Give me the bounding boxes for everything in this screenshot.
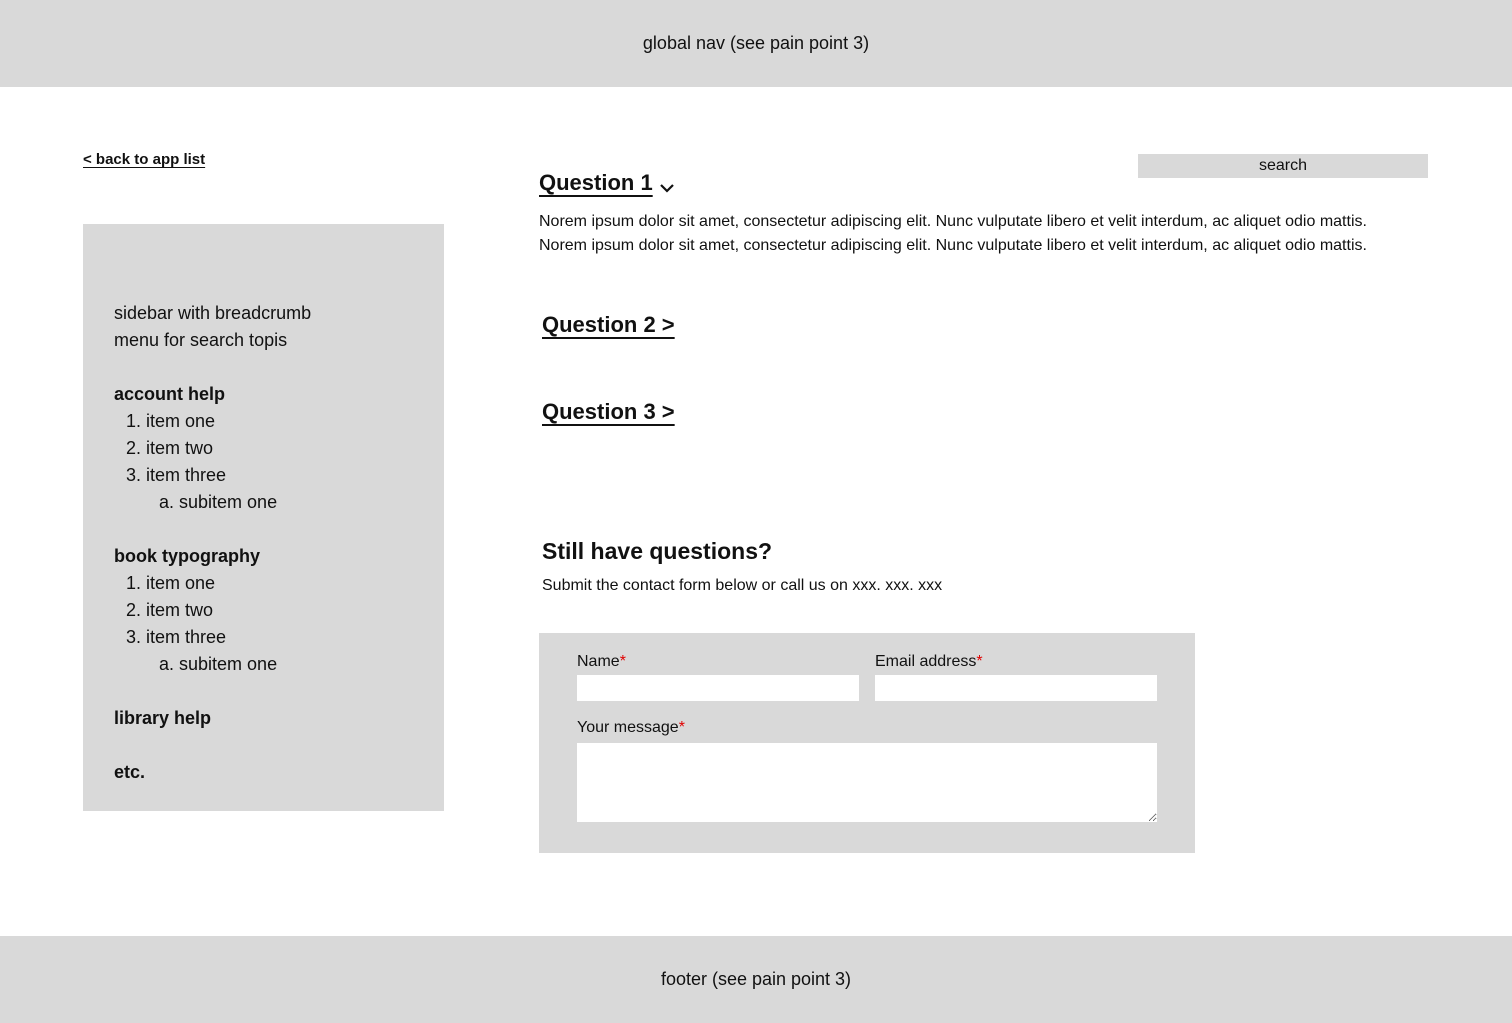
item-number: a. <box>158 492 174 512</box>
sidebar-subitem[interactable]: a. subitem one <box>114 489 444 516</box>
sidebar: sidebar with breadcrumb menu for search … <box>83 224 444 811</box>
sidebar-section-library-help[interactable]: library help <box>114 705 444 732</box>
item-number: 2. <box>125 438 141 458</box>
sidebar-list-book-typography: 1. item one 2. item two 3. item three a.… <box>114 570 444 678</box>
answer-line: Norem ipsum dolor sit amet, consectetur … <box>539 213 1367 230</box>
footer-label: footer (see pain point 3) <box>660 969 852 989</box>
chevron-down-icon <box>659 176 675 193</box>
sidebar-intro: sidebar with breadcrumb menu for search … <box>114 300 444 354</box>
item-number: 3. <box>125 465 141 485</box>
item-number: a. <box>158 654 174 674</box>
question-3-label: Question 3 > <box>542 399 675 424</box>
contact-subtitle: Submit the contact form below or call us… <box>542 577 943 594</box>
question-1-answer: Norem ipsum dolor sit amet, consectetur … <box>539 210 1439 258</box>
item-number: 3. <box>125 627 141 647</box>
sidebar-section-book-typography[interactable]: book typography <box>114 543 444 570</box>
contact-heading: Still have questions? <box>542 538 773 564</box>
footer: footer (see pain point 3) <box>0 936 1512 1023</box>
global-nav-label: global nav (see pain point 3) <box>642 33 870 53</box>
item-number: 2. <box>125 600 141 620</box>
item-label: item two <box>146 438 214 458</box>
question-2-toggle[interactable]: Question 2 > <box>542 312 675 338</box>
item-number: 1. <box>125 411 141 431</box>
name-field[interactable] <box>577 675 859 701</box>
sidebar-item[interactable]: 1. item one <box>114 408 444 435</box>
item-label: item one <box>146 411 216 431</box>
sidebar-item[interactable]: 1. item one <box>114 570 444 597</box>
answer-line: Norem ipsum dolor sit amet, consectetur … <box>539 237 1367 254</box>
search-placeholder: search <box>1258 157 1308 174</box>
question-1-label: Question 1 <box>539 170 653 195</box>
required-mark: * <box>678 719 685 736</box>
contact-form: Name* Email address* Your message* <box>539 633 1195 853</box>
item-label: item three <box>146 465 227 485</box>
sidebar-intro-line: sidebar with breadcrumb <box>114 303 312 323</box>
sidebar-intro-line: menu for search topis <box>114 330 288 350</box>
back-to-app-list-link[interactable]: < back to app list <box>83 151 205 168</box>
question-3-toggle[interactable]: Question 3 > <box>542 399 675 425</box>
sidebar-list-account-help: 1. item one 2. item two 3. item three a.… <box>114 408 444 516</box>
sidebar-subitem[interactable]: a. subitem one <box>114 651 444 678</box>
item-label: item two <box>146 600 214 620</box>
sidebar-item[interactable]: 2. item two <box>114 597 444 624</box>
item-number: 1. <box>125 573 141 593</box>
required-mark: * <box>619 653 626 670</box>
email-field[interactable] <box>875 675 1157 701</box>
sidebar-section-etc[interactable]: etc. <box>114 759 444 786</box>
message-field[interactable] <box>577 743 1157 822</box>
name-label: Name* <box>577 653 626 670</box>
email-label: Email address* <box>875 653 983 670</box>
sidebar-item[interactable]: 3. item three <box>114 462 444 489</box>
question-2-label: Question 2 > <box>542 312 675 337</box>
sidebar-item[interactable]: 2. item two <box>114 435 444 462</box>
question-1-toggle[interactable]: Question 1 <box>539 170 675 196</box>
item-label: item three <box>146 627 227 647</box>
item-label: subitem one <box>179 654 278 674</box>
search-input[interactable]: search <box>1138 154 1428 178</box>
sidebar-section-account-help[interactable]: account help <box>114 381 444 408</box>
global-nav[interactable]: global nav (see pain point 3) <box>0 0 1512 87</box>
item-label: subitem one <box>179 492 278 512</box>
item-label: item one <box>146 573 216 593</box>
required-mark: * <box>976 653 983 670</box>
message-label: Your message* <box>577 719 685 736</box>
sidebar-item[interactable]: 3. item three <box>114 624 444 651</box>
